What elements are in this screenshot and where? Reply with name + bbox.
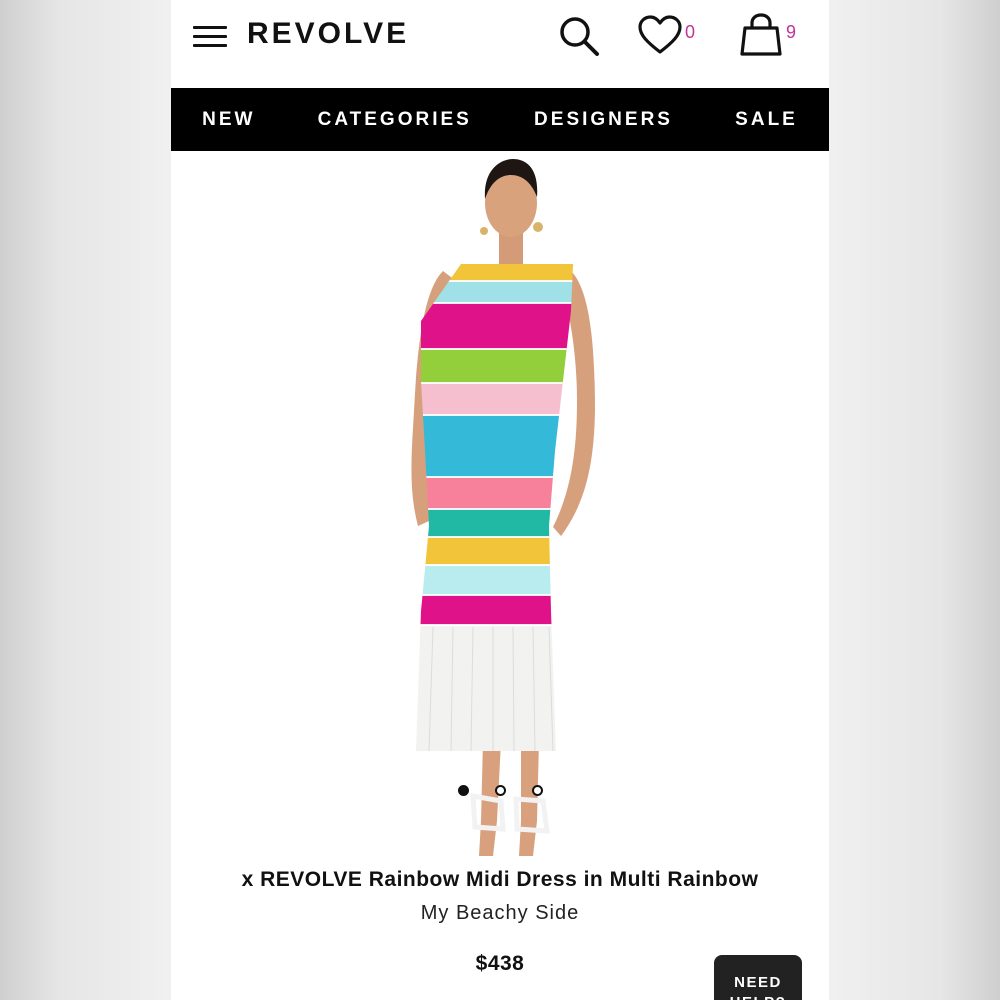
bag-count: 9 (786, 22, 797, 42)
carousel-dot[interactable] (457, 785, 469, 796)
heart-icon[interactable] (637, 14, 683, 56)
need-help-button[interactable]: NEED HELP? (714, 955, 802, 1000)
product-title: x REVOLVE Rainbow Midi Dress in Multi Ra… (241, 868, 759, 891)
product-brand[interactable]: My Beachy Side (171, 902, 829, 925)
menu-icon[interactable] (193, 26, 227, 48)
mobile-page: REVOLVE 0 9 NEW CATEGORIES DESIGNERS SAL… (171, 0, 829, 1000)
nav-item-sale[interactable]: SALE (735, 109, 798, 131)
product-image[interactable] (171, 151, 829, 856)
main-nav: NEW CATEGORIES DESIGNERS SALE (171, 88, 829, 151)
site-logo[interactable]: REVOLVE (247, 17, 409, 51)
carousel-dots (171, 785, 829, 805)
shopping-bag-icon[interactable] (739, 12, 783, 58)
nav-item-designers[interactable]: DESIGNERS (534, 109, 673, 131)
search-icon[interactable] (557, 14, 601, 58)
nav-item-categories[interactable]: CATEGORIES (318, 109, 472, 131)
carousel-dot[interactable] (494, 785, 506, 796)
site-header: REVOLVE 0 9 (171, 0, 829, 88)
background-right (829, 0, 1000, 1000)
carousel-dot[interactable] (531, 785, 543, 796)
nav-item-new[interactable]: NEW (202, 109, 255, 131)
wishlist-count: 0 (685, 22, 696, 42)
background-left (0, 0, 171, 1000)
